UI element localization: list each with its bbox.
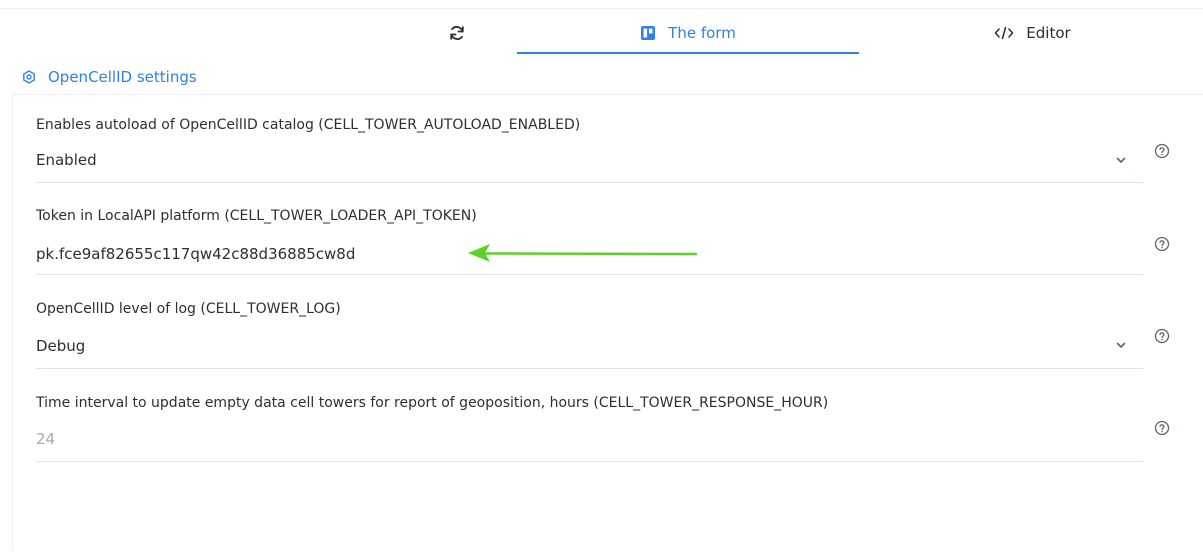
- settings-gear-icon: [22, 70, 36, 84]
- field-response-hour: Time interval to update empty data cell …: [36, 395, 1143, 475]
- board-icon: [640, 25, 656, 41]
- section-title: OpenCellID settings: [48, 68, 197, 86]
- field-underline: [36, 182, 1143, 183]
- tab-editor[interactable]: Editor: [950, 10, 1115, 56]
- tab-the-form-label: The form: [668, 24, 736, 42]
- annotation-arrow: [468, 244, 698, 262]
- field-label: Time interval to update empty data cell …: [36, 395, 829, 411]
- chevron-down-icon[interactable]: [1114, 340, 1128, 350]
- section-divider: [12, 94, 1203, 95]
- panel-left-border: [12, 95, 13, 550]
- log-level-select[interactable]: Debug: [36, 337, 85, 355]
- field-autoload-enabled: Enables autoload of OpenCellID catalog (…: [36, 117, 1143, 197]
- chevron-down-icon[interactable]: [1114, 155, 1128, 165]
- field-underline: [36, 274, 1143, 275]
- field-underline: [36, 461, 1143, 462]
- field-label: Enables autoload of OpenCellID catalog (…: [36, 117, 581, 133]
- top-divider: [0, 8, 1203, 9]
- field-underline: [36, 368, 1143, 369]
- code-icon: [994, 25, 1014, 41]
- tab-editor-label: Editor: [1026, 24, 1071, 42]
- tab-the-form[interactable]: The form: [517, 10, 859, 56]
- refresh-icon: [448, 24, 466, 42]
- field-log-level: OpenCellID level of log (CELL_TOWER_LOG)…: [36, 301, 1143, 381]
- help-icon[interactable]: [1154, 236, 1170, 252]
- help-icon[interactable]: [1154, 143, 1170, 159]
- help-icon[interactable]: [1154, 420, 1170, 436]
- refresh-tab[interactable]: [400, 10, 525, 56]
- response-hour-input[interactable]: 24: [36, 430, 55, 448]
- autoload-select[interactable]: Enabled: [36, 151, 97, 169]
- field-label: OpenCellID level of log (CELL_TOWER_LOG): [36, 301, 341, 317]
- section-header[interactable]: OpenCellID settings: [12, 64, 197, 90]
- active-tab-indicator: [517, 52, 859, 54]
- help-icon[interactable]: [1154, 328, 1170, 344]
- field-label: Token in LocalAPI platform (CELL_TOWER_L…: [36, 208, 477, 224]
- api-token-input[interactable]: pk.fce9af82655c117qw42c88d36885cw8d: [36, 245, 355, 263]
